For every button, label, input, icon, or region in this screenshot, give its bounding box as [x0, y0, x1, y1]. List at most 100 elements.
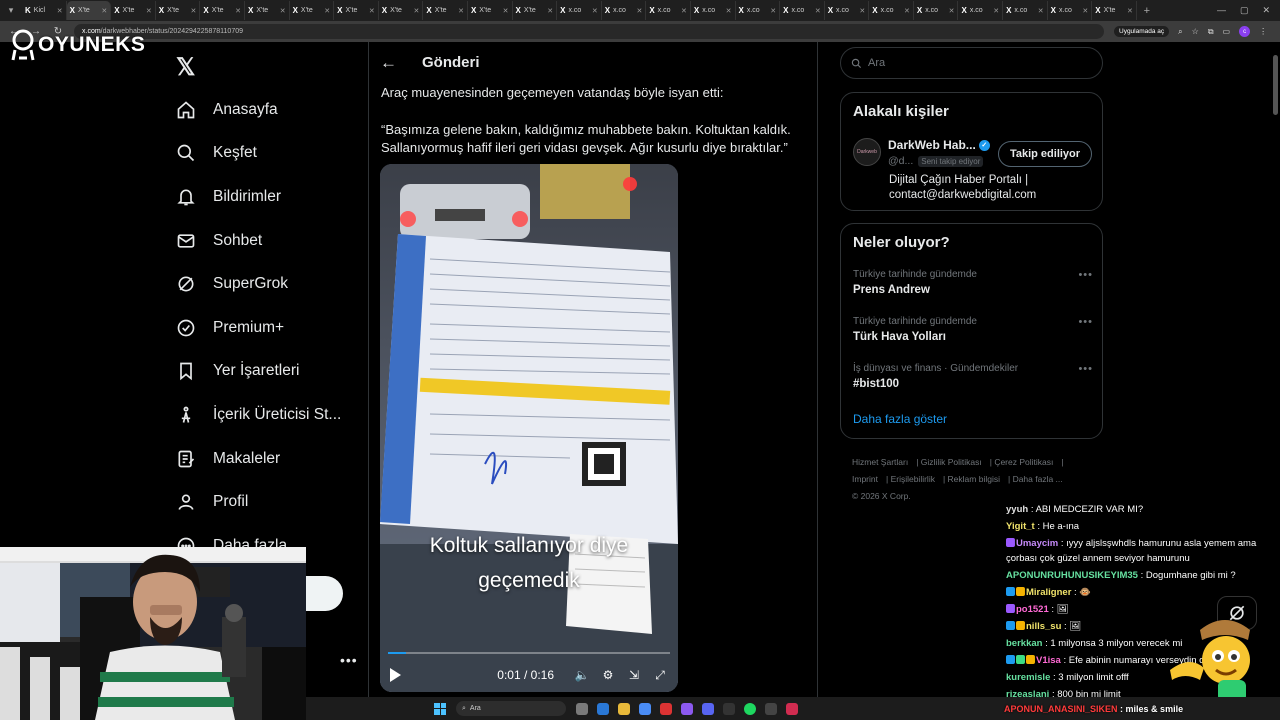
- browser-tab[interactable]: Xx.co ✕: [557, 1, 602, 20]
- browser-tab[interactable]: X X'te ✕: [156, 1, 201, 20]
- browser-tab[interactable]: X X'te ✕: [200, 1, 245, 20]
- pip-icon[interactable]: ⇲: [626, 667, 642, 683]
- minimize-icon[interactable]: —: [1217, 5, 1226, 16]
- chat-username[interactable]: po1521: [1016, 604, 1049, 615]
- browser-tab[interactable]: X X'te ✕: [423, 1, 468, 20]
- nav-item-profile[interactable]: Profil: [176, 480, 341, 524]
- browser-tab[interactable]: Xx.co ✕: [869, 1, 914, 20]
- show-more-link[interactable]: Daha fazla göster: [853, 412, 947, 426]
- chat-username[interactable]: Umaycim: [1016, 538, 1058, 549]
- close-tab-icon[interactable]: ✕: [503, 7, 509, 15]
- discord-icon[interactable]: [702, 702, 714, 715]
- close-tab-icon[interactable]: ✕: [1082, 7, 1088, 15]
- volume-icon[interactable]: 🔈: [574, 667, 590, 683]
- browser-tab[interactable]: X X'te ✕: [513, 1, 558, 20]
- chrome-icon[interactable]: [660, 702, 672, 715]
- tab-search-icon[interactable]: ▾: [0, 0, 22, 21]
- more-options-icon[interactable]: •••: [1078, 269, 1093, 281]
- footer-link[interactable]: Gizlilik Politikası: [921, 457, 982, 467]
- browser-tab[interactable]: Xx.co ✕: [914, 1, 959, 20]
- relevant-person[interactable]: Darkweb DarkWeb Hab... ✓ @d... Seni takip …: [853, 138, 990, 167]
- nav-item-creator[interactable]: İçerik Üreticisi St...: [176, 393, 341, 437]
- close-tab-icon[interactable]: ✕: [815, 7, 821, 15]
- nav-item-premium[interactable]: Premium+: [176, 306, 341, 350]
- avatar[interactable]: Darkweb: [853, 138, 881, 166]
- settings-gear-icon[interactable]: ⚙: [600, 667, 616, 683]
- footer-link[interactable]: Daha fazla ...: [1013, 474, 1063, 484]
- post-button[interactable]: [305, 576, 343, 611]
- person-name[interactable]: DarkWeb Hab... ✓: [888, 138, 990, 152]
- close-tab-icon[interactable]: ✕: [726, 7, 732, 15]
- app-icon[interactable]: [639, 702, 651, 715]
- nav-item-articles[interactable]: Makaleler: [176, 437, 341, 481]
- trend-item[interactable]: Türkiye tarihinde gündemde Türk Hava Yol…: [853, 316, 1093, 343]
- chat-username[interactable]: Miraligner: [1026, 587, 1071, 598]
- close-tab-icon[interactable]: ✕: [324, 7, 330, 15]
- close-tab-icon[interactable]: ✕: [770, 7, 776, 15]
- footer-link[interactable]: Hizmet Şartları: [852, 457, 908, 467]
- close-window-icon[interactable]: ✕: [1262, 5, 1270, 16]
- play-icon[interactable]: [390, 668, 401, 682]
- more-options-icon[interactable]: •••: [1078, 316, 1093, 328]
- footer-link[interactable]: Imprint: [852, 474, 878, 484]
- chat-username[interactable]: berkkan: [1006, 638, 1042, 649]
- browser-tab[interactable]: Xx.co ✕: [958, 1, 1004, 20]
- browser-tab[interactable]: Xx.co ✕: [646, 1, 691, 20]
- browser-tab[interactable]: X X'te ✕: [1092, 1, 1137, 20]
- nav-item-bookmarks[interactable]: Yer İşaretleri: [176, 350, 341, 394]
- browser-tab[interactable]: X X'te ✕: [334, 1, 379, 20]
- close-tab-icon[interactable]: ✕: [681, 7, 687, 15]
- close-tab-icon[interactable]: ✕: [413, 7, 419, 15]
- maximize-icon[interactable]: ▢: [1240, 5, 1249, 16]
- search-box[interactable]: [840, 47, 1103, 79]
- footer-link[interactable]: Erişilebilirlik: [891, 474, 935, 484]
- footer-link[interactable]: Reklam bilgisi: [948, 474, 1000, 484]
- taskview-icon[interactable]: [576, 702, 588, 715]
- close-tab-icon[interactable]: ✕: [101, 7, 107, 15]
- edge-icon[interactable]: [597, 702, 609, 715]
- browser-tab[interactable]: Xx.co ✕: [691, 1, 736, 20]
- obs-icon[interactable]: [765, 702, 777, 715]
- browser-tab[interactable]: X X'te ✕: [245, 1, 290, 20]
- browser-tab[interactable]: X X'te ✕: [66, 1, 112, 20]
- close-tab-icon[interactable]: ✕: [146, 7, 152, 15]
- close-tab-icon[interactable]: ✕: [458, 7, 464, 15]
- chat-username[interactable]: kuremisle: [1006, 672, 1050, 683]
- chat-username[interactable]: Yigit_t: [1006, 521, 1035, 532]
- taskbar-search[interactable]: ⌕ Ara: [456, 701, 566, 716]
- browser-tab[interactable]: X X'te ✕: [379, 1, 424, 20]
- close-tab-icon[interactable]: ✕: [547, 7, 553, 15]
- close-tab-icon[interactable]: ✕: [859, 7, 865, 15]
- close-tab-icon[interactable]: ✕: [636, 7, 642, 15]
- url-field[interactable]: x.com/darkwebhaber/status/20242942258781…: [74, 24, 1104, 39]
- account-menu-icon[interactable]: •••: [340, 652, 358, 668]
- browser-tab[interactable]: K Kicl ✕: [22, 1, 67, 20]
- app-icon[interactable]: [681, 702, 693, 715]
- browser-tab[interactable]: Xx.co ✕: [1048, 1, 1093, 20]
- profile-avatar[interactable]: c: [1239, 26, 1251, 37]
- close-tab-icon[interactable]: ✕: [1127, 7, 1133, 15]
- close-tab-icon[interactable]: ✕: [592, 7, 598, 15]
- chat-username[interactable]: APONUNRUHUNUSIKEYIM35: [1006, 570, 1138, 581]
- browser-tab[interactable]: Xx.co ✕: [825, 1, 870, 20]
- close-tab-icon[interactable]: ✕: [235, 7, 241, 15]
- close-tab-icon[interactable]: ✕: [369, 7, 375, 15]
- back-arrow-icon[interactable]: ←: [380, 53, 397, 73]
- new-tab-icon[interactable]: +: [1137, 5, 1157, 17]
- fullscreen-icon[interactable]: ⤢: [652, 667, 668, 683]
- video-player[interactable]: Koltuk sallanıyor diye geçemedik 0:01 / …: [380, 164, 678, 692]
- windows-start-icon[interactable]: [434, 702, 446, 715]
- close-tab-icon[interactable]: ✕: [904, 7, 910, 15]
- zoom-icon[interactable]: ⌕: [1178, 27, 1182, 37]
- sidebar-toggle-icon[interactable]: ▭: [1223, 27, 1231, 36]
- browser-tab[interactable]: Xx.co ✕: [780, 1, 825, 20]
- app-icon[interactable]: [786, 702, 798, 715]
- open-in-app-button[interactable]: Uygulamada aç: [1114, 26, 1170, 37]
- browser-tab[interactable]: X X'te ✕: [111, 1, 156, 20]
- browser-tab[interactable]: Xx.co ✕: [736, 1, 781, 20]
- nav-item-grok[interactable]: SuperGrok: [176, 262, 341, 306]
- close-tab-icon[interactable]: ✕: [949, 7, 955, 15]
- following-button[interactable]: Takip ediliyor: [998, 141, 1092, 167]
- explorer-icon[interactable]: [618, 702, 630, 715]
- browser-tab[interactable]: X X'te ✕: [290, 1, 335, 20]
